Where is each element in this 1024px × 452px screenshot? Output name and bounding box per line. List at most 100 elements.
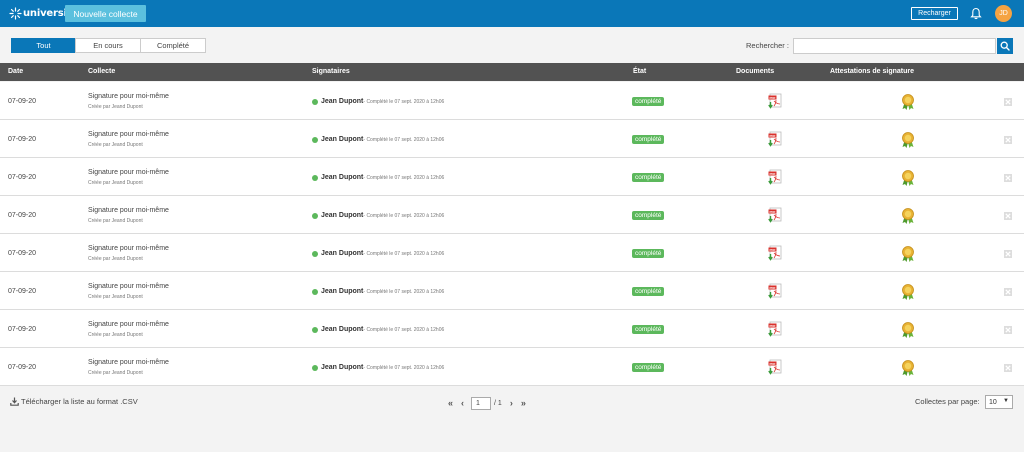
bell-icon[interactable] [970,7,982,20]
next-page-icon[interactable]: › [510,398,513,408]
status-dot-icon [312,288,318,295]
row-signer: Jean Dupont - Complété le 07 sept. 2020 à… [312,98,444,105]
row-collection-title[interactable]: Signature pour moi-même [88,131,169,138]
svg-text:PDF: PDF [770,210,776,214]
signer-name: Jean Dupont [321,136,364,143]
row-collection-creator: Créée par Jeand Dupont [88,332,143,338]
user-avatar[interactable]: JD [995,5,1012,22]
table-row[interactable]: 07-09-20 Signature pour moi-même Créée par… [0,158,1024,196]
signer-name: Jean Dupont [321,364,364,371]
pdf-download-icon[interactable]: PDF [767,93,783,110]
row-date: 07-09-20 [8,98,37,105]
status-dot-icon [312,98,318,105]
column-etat[interactable]: État [633,68,646,75]
row-collection-title[interactable]: Signature pour moi-même [88,359,169,366]
pdf-download-icon[interactable]: PDF [767,359,783,376]
per-page-label: Collectes par page: [915,397,980,406]
page-number-input[interactable]: 1 [471,396,492,410]
column-attestations: Attestations de signature [830,68,915,75]
delete-icon[interactable] [1004,136,1012,144]
delete-icon[interactable] [1004,326,1012,334]
signer-detail: - Complété le 07 sept. 2020 à 12h06 [363,98,445,105]
table-row[interactable]: 07-09-20 Signature pour moi-même Créée par… [0,196,1024,234]
signer-name: Jean Dupont [321,250,364,257]
row-signer: Jean Dupont - Complété le 07 sept. 2020 à… [312,212,444,219]
delete-icon[interactable] [1004,174,1012,182]
status-dot-icon [312,326,318,333]
row-collection-creator: Créée par Jeand Dupont [88,218,143,224]
search-input[interactable] [793,38,996,54]
row-collection-title[interactable]: Signature pour moi-même [88,169,169,176]
tab-en-cours[interactable]: En cours [75,38,141,53]
per-page-select[interactable]: 10 ▼ [985,395,1013,409]
pdf-download-icon[interactable]: PDF [767,131,783,148]
pdf-download-icon[interactable]: PDF [767,321,783,338]
signer-detail: - Complété le 07 sept. 2020 à 12h06 [363,364,445,371]
medal-icon[interactable] [900,245,916,263]
download-icon [10,397,19,406]
medal-icon[interactable] [900,359,916,377]
pdf-download-icon[interactable]: PDF [767,169,783,186]
table-row[interactable]: 07-09-20 Signature pour moi-même Créée par… [0,348,1024,386]
download-csv-link[interactable]: Télécharger la liste au format .CSV [10,397,138,406]
search-icon [1000,41,1010,51]
row-collection-title[interactable]: Signature pour moi-même [88,93,169,100]
column-date[interactable]: Date [8,68,23,75]
logo-star-icon [9,7,22,20]
column-signataires[interactable]: Signataires [312,68,350,75]
status-badge: complété [632,135,665,144]
table-row[interactable]: 07-09-20 Signature pour moi-même Créée par… [0,234,1024,272]
table-row[interactable]: 07-09-20 Signature pour moi-même Créée par… [0,120,1024,158]
first-page-icon[interactable]: « [448,398,453,408]
pdf-download-icon[interactable]: PDF [767,207,783,224]
table-row[interactable]: 07-09-20 Signature pour moi-même Créée par… [0,82,1024,120]
row-date: 07-09-20 [8,364,37,371]
medal-icon[interactable] [900,283,916,301]
pdf-download-icon[interactable]: PDF [767,245,783,262]
svg-text:PDF: PDF [770,96,776,100]
prev-page-icon[interactable]: ‹ [461,398,464,408]
medal-icon[interactable] [900,169,916,187]
table-row[interactable]: 07-09-20 Signature pour moi-même Créée par… [0,310,1024,348]
delete-icon[interactable] [1004,98,1012,106]
row-signer: Jean Dupont - Complété le 07 sept. 2020 à… [312,326,444,333]
row-collection-title[interactable]: Signature pour moi-même [88,245,169,252]
status-badge: complété [632,249,665,258]
search-button[interactable] [997,38,1013,54]
top-bar: universign Nouvelle collecte Recharger J… [0,0,1024,27]
search-label: Rechercher : [746,41,789,50]
pagination: « ‹ 1 / 1 › » [444,396,530,410]
row-collection-title[interactable]: Signature pour moi-même [88,321,169,328]
medal-icon[interactable] [900,131,916,149]
row-collection-title[interactable]: Signature pour moi-même [88,283,169,290]
delete-icon[interactable] [1004,250,1012,258]
status-badge: complété [632,97,665,106]
svg-text:PDF: PDF [770,134,776,138]
reload-button[interactable]: Recharger [911,7,958,20]
download-csv-label: Télécharger la liste au format .CSV [21,397,138,406]
signer-detail: - Complété le 07 sept. 2020 à 12h06 [363,136,445,143]
table-row[interactable]: 07-09-20 Signature pour moi-même Créée par… [0,272,1024,310]
status-filter-tabs: Tout En cours Complété [11,38,206,53]
status-dot-icon [312,364,318,371]
medal-icon[interactable] [900,207,916,225]
medal-icon[interactable] [900,321,916,339]
delete-icon[interactable] [1004,212,1012,220]
last-page-icon[interactable]: » [521,398,526,408]
row-signer: Jean Dupont - Complété le 07 sept. 2020 à… [312,174,444,181]
status-dot-icon [312,174,318,181]
column-collecte[interactable]: Collecte [88,68,115,75]
row-collection-title[interactable]: Signature pour moi-même [88,207,169,214]
page-total: / 1 [494,399,502,407]
delete-icon[interactable] [1004,288,1012,296]
tab-tout[interactable]: Tout [11,38,76,53]
new-collection-button[interactable]: Nouvelle collecte [65,5,146,22]
row-collection-creator: Créée par Jeand Dupont [88,180,143,186]
status-badge: complété [632,173,665,182]
row-date: 07-09-20 [8,288,37,295]
medal-icon[interactable] [900,93,916,111]
signer-name: Jean Dupont [321,288,364,295]
delete-icon[interactable] [1004,364,1012,372]
tab-complete[interactable]: Complété [140,38,206,53]
pdf-download-icon[interactable]: PDF [767,283,783,300]
